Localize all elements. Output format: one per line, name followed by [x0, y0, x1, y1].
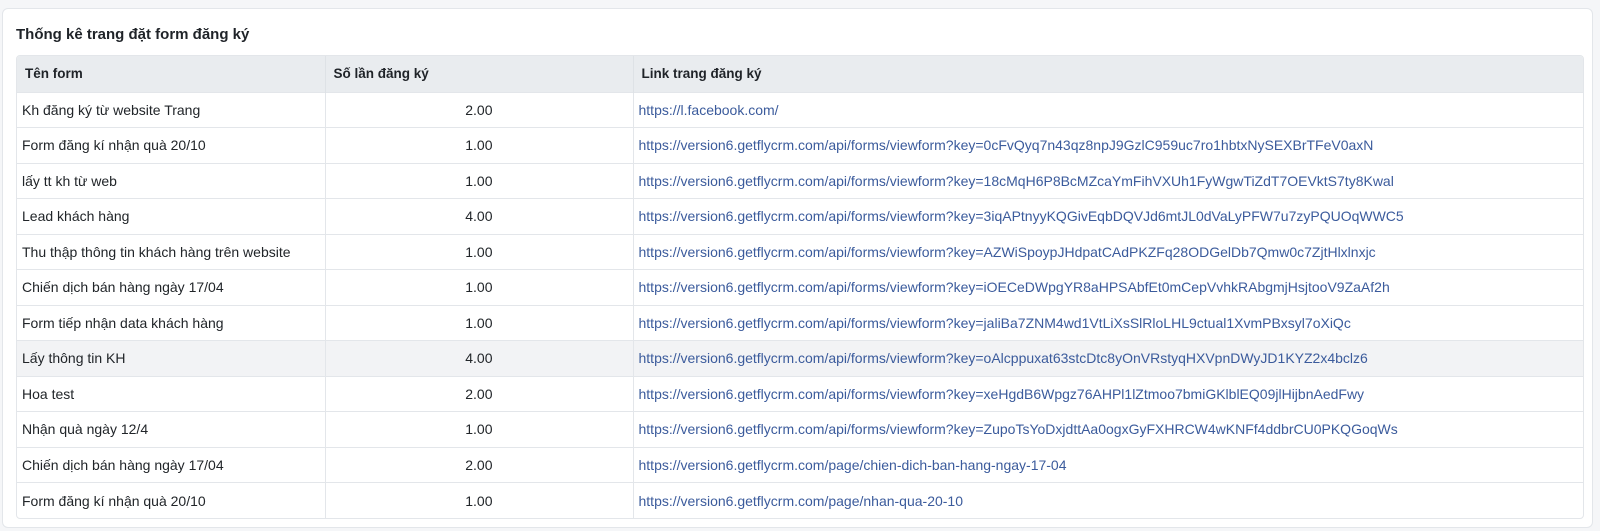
form-name-cell: lấy tt kh từ web — [17, 163, 326, 199]
registration-count-cell: 1.00 — [325, 482, 634, 518]
form-name-cell: Kh đăng ký từ website Trang — [17, 92, 326, 128]
registration-link-cell: https://version6.getflycrm.com/page/chie… — [633, 447, 1583, 483]
registration-count-cell: 1.00 — [325, 127, 634, 163]
form-name-cell: Chiến dịch bán hàng ngày 17/04 — [17, 447, 326, 483]
form-name-cell: Form đăng kí nhận quà 20/10 — [17, 127, 326, 163]
registration-count-cell: 1.00 — [325, 305, 634, 341]
registration-link-cell: https://version6.getflycrm.com/api/forms… — [633, 412, 1583, 448]
registration-link[interactable]: https://version6.getflycrm.com/api/forms… — [639, 137, 1374, 153]
registration-link-cell: https://version6.getflycrm.com/api/forms… — [633, 305, 1583, 341]
form-stats-table: Tên form Số lần đăng ký Link trang đăng … — [17, 56, 1583, 518]
card-title: Thống kê trang đặt form đăng ký — [16, 26, 250, 43]
registration-count-cell: 2.00 — [325, 376, 634, 412]
form-name-cell: Chiến dịch bán hàng ngày 17/04 — [17, 269, 326, 305]
table-header-row: Tên form Số lần đăng ký Link trang đăng … — [17, 56, 1583, 92]
table-row: Chiến dịch bán hàng ngày 17/04 2.00 https:… — [17, 447, 1583, 483]
form-name-cell: Form đăng kí nhận quà 20/10 — [17, 482, 326, 518]
registration-count-cell: 1.00 — [325, 411, 634, 447]
form-name-cell: Hoa test — [17, 376, 326, 412]
registration-link[interactable]: https://version6.getflycrm.com/api/forms… — [639, 421, 1398, 437]
column-header-registration-link: Link trang đăng ký — [641, 66, 762, 82]
registration-link-cell: https://version6.getflycrm.com/api/forms… — [633, 376, 1583, 412]
column-header-form-name: Tên form — [17, 56, 326, 92]
form-stats-card: Thống kê trang đặt form đăng ký Tên form… — [2, 8, 1593, 528]
registration-count-cell: 1.00 — [325, 163, 634, 199]
registration-link[interactable]: https://version6.getflycrm.com/api/forms… — [639, 315, 1351, 331]
registration-link[interactable]: https://version6.getflycrm.com/api/forms… — [639, 279, 1390, 295]
registration-link-cell: https://l.facebook.com/ — [633, 92, 1583, 128]
registration-link[interactable]: https://version6.getflycrm.com/api/forms… — [639, 173, 1394, 189]
registration-link-cell: https://version6.getflycrm.com/api/forms… — [633, 234, 1583, 270]
registration-link-cell: https://version6.getflycrm.com/api/forms… — [633, 270, 1583, 306]
registration-link[interactable]: https://l.facebook.com/ — [639, 102, 779, 118]
table-row: lấy tt kh từ web 1.00 https://version6.get… — [17, 163, 1583, 199]
table-row: Chiến dịch bán hàng ngày 17/04 1.00 https:… — [17, 269, 1583, 306]
table-row: Kh đăng ký từ website Trang 2.00 https://l… — [17, 92, 1583, 128]
table-row: Form tiếp nhận data khách hàng 1.00 https:… — [17, 305, 1583, 341]
form-name-cell: Nhận quà ngày 12/4 — [17, 411, 326, 447]
table-header: Tên form Số lần đăng ký Link trang đăng … — [17, 56, 1583, 92]
table-row: Lấy thông tin KH 4.00 https://version6.get… — [17, 340, 1583, 377]
registration-count-cell: 1.00 — [325, 269, 634, 305]
table-row: Lead khách hàng 4.00 https://version6.getf… — [17, 198, 1583, 235]
registration-link[interactable]: https://version6.getflycrm.com/page/chie… — [639, 457, 1067, 473]
registration-count-cell: 1.00 — [325, 234, 634, 270]
form-name-cell: Lấy thông tin KH — [17, 340, 326, 376]
registration-link-cell: https://version6.getflycrm.com/api/forms… — [633, 163, 1583, 199]
form-name-cell: Form tiếp nhận data khách hàng — [17, 305, 326, 341]
registration-count-cell: 4.00 — [325, 198, 634, 234]
registration-link-cell: https://version6.getflycrm.com/page/nhan… — [633, 483, 1583, 519]
registration-link-cell: https://version6.getflycrm.com/api/forms… — [633, 199, 1583, 235]
table-body: Kh đăng ký từ website Trang 2.00 https://l… — [17, 92, 1583, 518]
registration-link-cell: https://version6.getflycrm.com/api/forms… — [633, 341, 1583, 377]
registration-link[interactable]: https://version6.getflycrm.com/api/forms… — [639, 244, 1376, 260]
table-row: Form đăng kí nhận quà 20/10 1.00 https://v… — [17, 127, 1583, 164]
column-header-registration-count: Số lần đăng ký — [325, 56, 634, 92]
form-name-cell: Thu thập thông tin khách hàng trên websi… — [17, 234, 326, 270]
registration-link[interactable]: https://version6.getflycrm.com/api/forms… — [639, 208, 1404, 224]
registration-link[interactable]: https://version6.getflycrm.com/page/nhan… — [639, 493, 964, 509]
registration-count-cell: 2.00 — [325, 447, 634, 483]
table-row: Nhận quà ngày 12/4 1.00 https://version6.g… — [17, 411, 1583, 448]
registration-link-cell: https://version6.getflycrm.com/api/forms… — [633, 128, 1583, 164]
registration-link[interactable]: https://version6.getflycrm.com/api/forms… — [639, 350, 1368, 366]
form-stats-table-container: Tên form Số lần đăng ký Link trang đăng … — [16, 55, 1584, 519]
table-row: Thu thập thông tin khách hàng trên websi… — [17, 234, 1583, 270]
registration-link[interactable]: https://version6.getflycrm.com/api/forms… — [639, 386, 1365, 402]
registration-count-cell: 2.00 — [325, 92, 634, 128]
form-name-cell: Lead khách hàng — [17, 198, 326, 234]
table-row: Form đăng kí nhận quà 20/10 1.00 https://v… — [17, 482, 1583, 519]
table-row: Hoa test 2.00 https://version6.getflycrm.c… — [17, 376, 1583, 412]
registration-count-cell: 4.00 — [325, 340, 634, 376]
